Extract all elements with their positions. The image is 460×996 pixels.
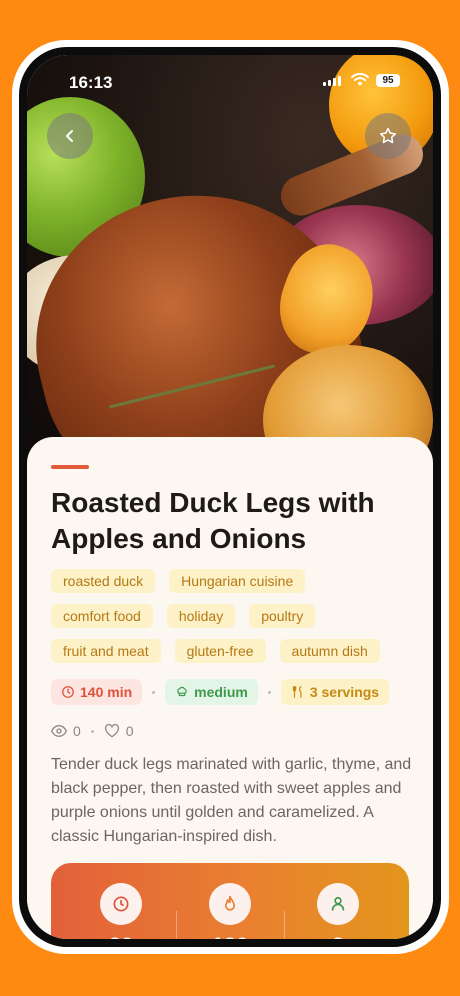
back-button[interactable] [47,113,93,159]
clock-icon [100,883,142,925]
prep-time-stat: 20 [71,883,171,939]
difficulty-label: medium [194,684,248,700]
eye-icon [51,724,67,738]
chef-hat-icon [177,686,187,697]
flame-icon [209,883,251,925]
cook-time-value: 120 [180,933,280,939]
servings-value: 3 [288,933,388,939]
utensils-icon [292,686,302,698]
recipe-summary-card: 20 120 [51,863,409,939]
tag-row: comfort food holiday poultry [51,604,411,628]
tag-chip[interactable]: gluten-free [174,639,266,663]
battery-indicator: 95 [376,74,400,87]
separator-dot [90,729,94,733]
views-stat: 0 [51,723,81,739]
tag-chip[interactable]: holiday [166,604,236,628]
cook-time-badge: 140 min [51,679,143,705]
clock-icon [62,686,74,698]
servings-stat: 3 [288,883,388,939]
card-divider [284,911,285,939]
status-bar: 16:13 95 [27,55,433,113]
recipe-title: Roasted Duck Legs with Apples and Onions [51,487,375,554]
chevron-left-icon [66,130,73,142]
tag-row: fruit and meat gluten-free autumn dish [51,639,411,663]
likes-stat[interactable]: 0 [104,723,134,739]
engagement-stats: 0 0 [51,723,134,739]
views-count: 0 [73,723,81,739]
tag-chip[interactable]: roasted duck [51,569,156,593]
servings-label: 3 servings [309,684,380,700]
star-icon [379,127,397,144]
recipe-meta: 140 min medium 3 servings [51,679,390,705]
favorite-button[interactable] [365,113,411,159]
tag-chip[interactable]: fruit and meat [51,639,161,663]
accent-bar [51,465,89,469]
tag-chip[interactable]: Hungarian cuisine [169,569,306,593]
person-icon [317,883,359,925]
difficulty-badge: medium [165,679,258,705]
cook-time-label: 140 min [80,684,133,700]
cellular-signal-icon [323,76,341,86]
recipe-description: Tender duck legs marinated with garlic, … [51,756,412,845]
tag-row: roasted duck Hungarian cuisine [51,569,411,593]
card-divider [176,911,177,939]
separator-dot [152,690,156,694]
recipe-details-sheet: Roasted Duck Legs with Apples and Onions… [27,437,433,939]
tag-chip[interactable]: comfort food [51,604,153,628]
heart-icon [104,724,119,738]
likes-count: 0 [125,723,134,739]
separator-dot [267,690,271,694]
servings-badge: 3 servings [280,679,390,705]
wifi-icon [351,73,369,86]
status-time: 16:13 [69,73,113,92]
prep-time-value: 20 [71,933,171,939]
tag-chip[interactable]: autumn dish [279,639,380,663]
tag-list: roasted duck Hungarian cuisine comfort f… [51,569,411,674]
app-screen: 16:13 95 Roasted Duck Legs with Apples a… [27,55,433,939]
cook-time-stat: 120 [180,883,280,939]
tag-chip[interactable]: poultry [249,604,316,628]
phone-bezel: 16:13 95 Roasted Duck Legs with Apples a… [19,47,441,947]
